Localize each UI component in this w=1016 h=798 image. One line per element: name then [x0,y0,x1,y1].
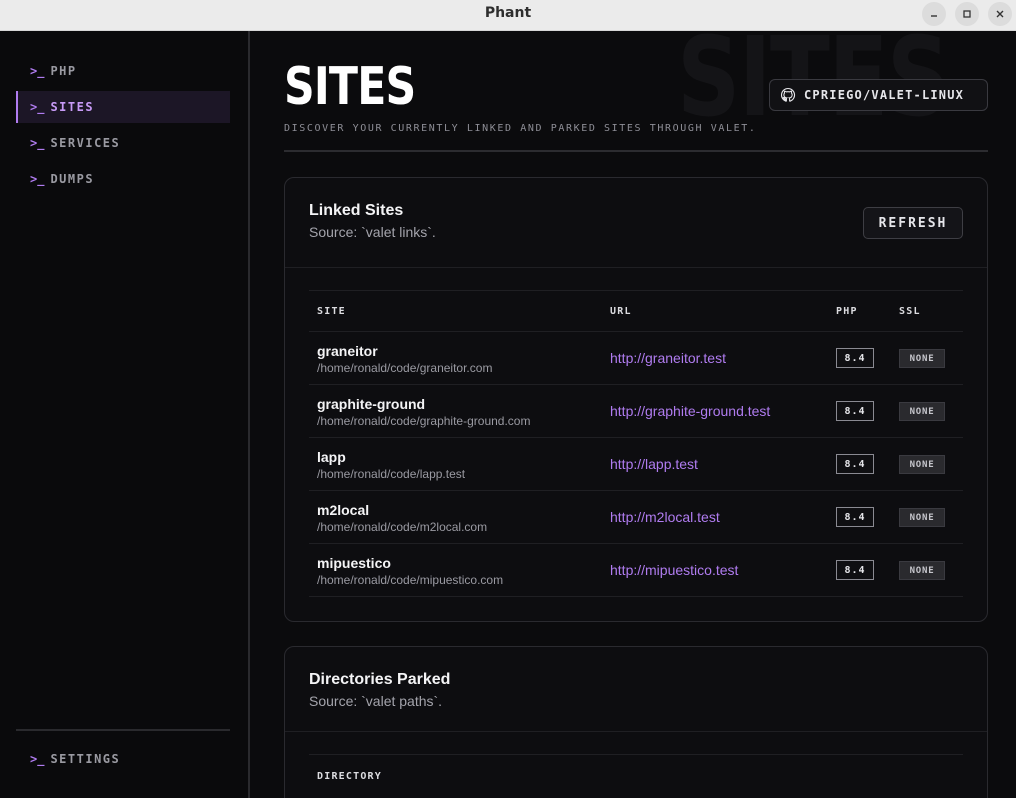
site-name: lapp [317,449,346,465]
column-header-site: SITE [317,306,346,317]
table-bottom-border [309,596,963,597]
card-title: Directories Parked [309,671,451,688]
sidebar-item-label: SITES [50,100,95,114]
close-icon [996,10,1004,18]
table-top-border [309,754,963,755]
main-content: SITES SITES DISCOVER YOUR CURRENTLY LINK… [252,31,1016,798]
prompt-icon: >_ [30,136,45,150]
minimize-button[interactable] [922,2,946,26]
maximize-button[interactable] [955,2,979,26]
ssl-status-badge: NONE [899,561,945,580]
php-version-badge: 8.4 [836,560,874,580]
card-source: Source: `valet links`. [309,224,436,240]
column-header-ssl: SSL [899,306,921,317]
php-version-badge: 8.4 [836,454,874,474]
repo-link-button[interactable]: CPRIEGO/VALET-LINUX [769,79,988,111]
card-header-divider [285,267,987,268]
sidebar-item-php[interactable]: >_ PHP [16,55,230,87]
sidebar-divider [16,729,230,731]
minimize-icon [931,15,937,17]
site-url-link[interactable]: http://mipuestico.test [610,562,738,578]
sidebar-item-services[interactable]: >_ SERVICES [16,127,230,159]
card-source: Source: `valet paths`. [309,693,443,709]
column-header-directory: DIRECTORY [317,771,382,782]
table-row: graneitor /home/ronald/code/graneitor.co… [309,331,963,384]
site-url-link[interactable]: http://graphite-ground.test [610,403,770,419]
page-title: SITES [284,57,416,117]
site-name: graphite-ground [317,396,426,412]
site-name: m2local [317,502,370,518]
card-title: Linked Sites [309,202,404,219]
table-row: graphite-ground /home/ronald/code/graphi… [309,384,963,437]
site-name: mipuestico [317,555,391,571]
page-subtitle: DISCOVER YOUR CURRENTLY LINKED AND PARKE… [284,123,757,134]
table-row: mipuestico /home/ronald/code/mipuestico.… [309,543,963,596]
sidebar-item-settings[interactable]: >_ SETTINGS [16,743,230,775]
prompt-icon: >_ [30,172,45,186]
card-header-divider [285,731,987,732]
site-url-link[interactable]: http://m2local.test [610,509,720,525]
sidebar: >_ PHP >_ SITES >_ SERVICES >_ DUMPS >_ … [0,31,250,798]
header-divider [284,150,988,152]
sidebar-item-label: DUMPS [50,172,95,186]
table-row: m2local /home/ronald/code/m2local.com ht… [309,490,963,543]
github-icon [780,87,796,102]
sidebar-item-sites[interactable]: >_ SITES [16,91,230,123]
sidebar-item-dumps[interactable]: >_ DUMPS [16,163,230,195]
column-header-url: URL [610,306,632,317]
table-top-border [309,290,963,291]
repo-link-label: CPRIEGO/VALET-LINUX [804,88,965,102]
php-version-badge: 8.4 [836,348,874,368]
site-url-link[interactable]: http://graneitor.test [610,350,726,366]
php-version-badge: 8.4 [836,507,874,527]
window-title: Phant [484,5,532,21]
site-name: graneitor [317,343,378,359]
site-path: /home/ronald/code/graphite-ground.com [317,414,531,428]
sidebar-item-label: SETTINGS [50,752,121,766]
linked-sites-card: Linked Sites Source: `valet links`. REFR… [284,177,988,622]
table-row: lapp /home/ronald/code/lapp.test http://… [309,437,963,490]
site-path: /home/ronald/code/m2local.com [317,520,488,534]
sidebar-item-label: PHP [50,64,77,78]
column-header-php: PHP [836,306,858,317]
refresh-button[interactable]: REFRESH [863,207,963,239]
site-path: /home/ronald/code/lapp.test [317,467,466,481]
ssl-status-badge: NONE [899,455,945,474]
site-path: /home/ronald/code/mipuestico.com [317,573,504,587]
ssl-status-badge: NONE [899,349,945,368]
ssl-status-badge: NONE [899,508,945,527]
php-version-badge: 8.4 [836,401,874,421]
close-button[interactable] [988,2,1012,26]
parked-directories-card: Directories Parked Source: `valet paths`… [284,646,988,798]
sidebar-item-label: SERVICES [50,136,121,150]
prompt-icon: >_ [30,100,45,114]
window-titlebar: Phant [0,0,1016,31]
ssl-status-badge: NONE [899,402,945,421]
prompt-icon: >_ [30,752,45,766]
maximize-icon [963,10,971,18]
prompt-icon: >_ [30,64,45,78]
site-path: /home/ronald/code/graneitor.com [317,361,493,375]
site-url-link[interactable]: http://lapp.test [610,456,698,472]
